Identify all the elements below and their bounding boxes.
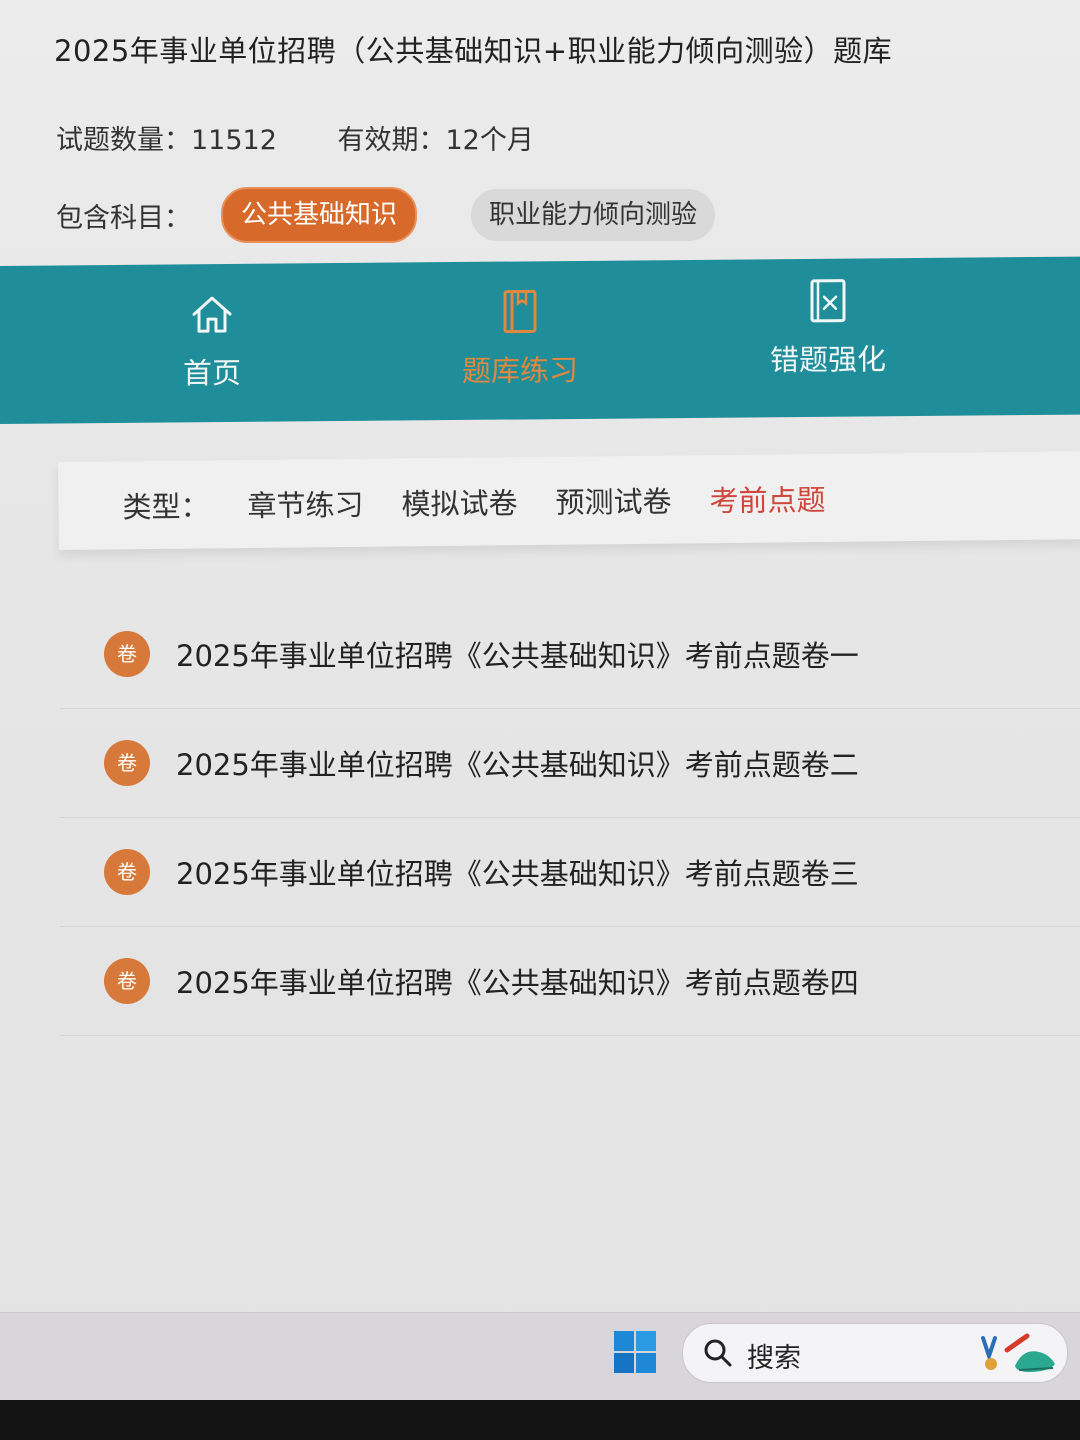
screen: 2025年事业单位招聘（公共基础知识+职业能力倾向测验）题库 试题数量：1151…: [0, 0, 1080, 1400]
subjects-label: 包含科目：: [56, 202, 191, 234]
nav-item-wrong-questions[interactable]: 错题强化: [728, 250, 928, 410]
home-icon: [192, 296, 232, 333]
tab-pre-exam-tips[interactable]: 考前点题: [709, 477, 825, 520]
paper-badge: 卷: [104, 631, 150, 677]
paper-badge: 卷: [104, 849, 150, 895]
course-header: 2025年事业单位招聘（公共基础知识+职业能力倾向测验）题库 试题数量：1151…: [0, 0, 1080, 270]
list-item[interactable]: 卷 2025年事业单位招聘《公共基础知识》考前点题卷四: [60, 927, 1080, 1036]
subject-pill-public-knowledge[interactable]: 公共基础知识: [221, 187, 418, 243]
tab-prediction-exam[interactable]: 预测试卷: [555, 479, 671, 522]
book-icon: [503, 289, 537, 334]
subject-pill-aptitude-test[interactable]: 职业能力倾向测验: [471, 189, 716, 241]
list-item[interactable]: 卷 2025年事业单位招聘《公共基础知识》考前点题卷二: [60, 709, 1080, 818]
type-filter-bar: 类型： 章节练习 模拟试卷 预测试卷 考前点题: [58, 451, 1080, 550]
paper-badge: 卷: [104, 740, 150, 786]
search-placeholder: 搜索: [747, 1343, 801, 1374]
nav-item-home[interactable]: 首页: [112, 263, 312, 423]
type-label: 类型：: [122, 489, 210, 525]
paper-title[interactable]: 2025年事业单位招聘《公共基础知识》考前点题卷一: [176, 633, 859, 675]
wrong-question-icon: [810, 279, 846, 323]
paper-badge: 卷: [104, 958, 150, 1004]
nav-label-home: 首页: [182, 355, 241, 391]
question-count: 试题数量：11512: [56, 125, 277, 156]
main-nav: 首页 题库练习 错题强化: [0, 256, 1080, 424]
nav-item-practice[interactable]: 题库练习: [420, 261, 620, 421]
taskbar: 搜索: [0, 1312, 1080, 1400]
list-item[interactable]: 卷 2025年事业单位招聘《公共基础知识》考前点题卷一: [60, 600, 1080, 709]
device-bezel: [0, 1400, 1080, 1440]
subject-row: 包含科目： 公共基础知识 职业能力倾向测验: [56, 187, 716, 243]
paper-title[interactable]: 2025年事业单位招聘《公共基础知识》考前点题卷二: [176, 742, 859, 784]
paper-list: 卷 2025年事业单位招聘《公共基础知识》考前点题卷一 卷 2025年事业单位招…: [60, 600, 1080, 1036]
paper-title[interactable]: 2025年事业单位招聘《公共基础知识》考前点题卷四: [176, 960, 859, 1002]
course-title: 2025年事业单位招聘（公共基础知识+职业能力倾向测验）题库: [54, 34, 893, 68]
validity-period: 有效期：12个月: [337, 125, 534, 156]
nav-label-practice: 题库练习: [461, 352, 578, 388]
paper-title[interactable]: 2025年事业单位招聘《公共基础知识》考前点题卷三: [176, 851, 859, 893]
list-item[interactable]: 卷 2025年事业单位招聘《公共基础知识》考前点题卷三: [60, 818, 1080, 927]
tab-chapter-practice[interactable]: 章节练习: [247, 482, 363, 525]
taskbar-search-box[interactable]: 搜索: [682, 1323, 1068, 1383]
tab-mock-exam[interactable]: 模拟试卷: [401, 480, 517, 523]
course-meta: 试题数量：11512 有效期：12个月: [56, 118, 534, 157]
windows-start-icon[interactable]: [614, 1331, 656, 1373]
search-icon: [704, 1339, 732, 1367]
sneaker-icon[interactable]: [979, 1330, 1059, 1376]
nav-label-wrong-questions: 错题强化: [769, 342, 886, 378]
